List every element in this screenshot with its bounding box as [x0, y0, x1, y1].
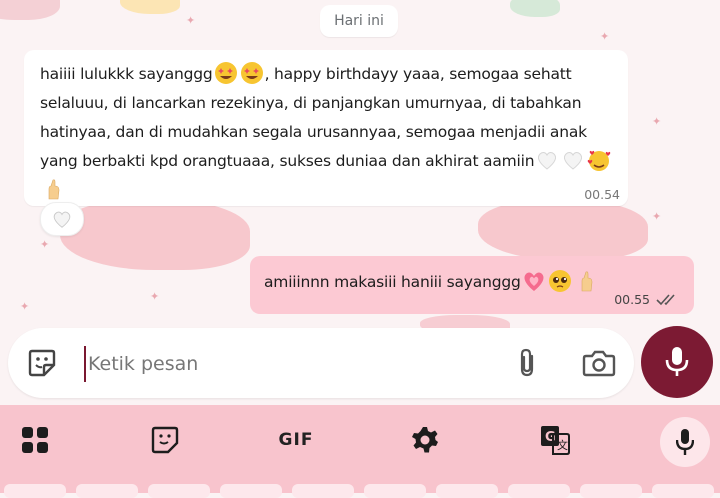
apps-grid-icon	[22, 427, 48, 453]
translate-icon: G文	[541, 426, 570, 455]
key-5[interactable]	[292, 484, 354, 498]
key-0[interactable]	[652, 484, 714, 498]
mic-icon	[676, 429, 694, 455]
message-input[interactable]	[84, 346, 490, 382]
white-heart-emoji-icon	[538, 151, 557, 170]
message-composer	[8, 328, 634, 398]
gif-button[interactable]: GIF	[275, 423, 317, 457]
star-struck-emoji-icon	[214, 62, 237, 84]
key-6[interactable]	[364, 484, 426, 498]
outgoing-message-bubble[interactable]: amiiinnn makasiii haniii sayanggg 00.55	[250, 256, 694, 314]
outgoing-message-meta: 00.55	[614, 292, 682, 307]
white-heart-emoji-icon	[564, 151, 583, 170]
key-7[interactable]	[436, 484, 498, 498]
key-4[interactable]	[220, 484, 282, 498]
incoming-message-time: 00.54	[584, 187, 620, 202]
key-2[interactable]	[76, 484, 138, 498]
finger-heart-emoji-icon	[581, 271, 592, 292]
key-3[interactable]	[148, 484, 210, 498]
message-reaction[interactable]	[40, 202, 84, 236]
incoming-message-text: haiiii lulukkk sayanggg, happy birthdayy…	[40, 60, 616, 205]
incoming-message-bubble[interactable]: haiiii lulukkk sayanggg, happy birthdayy…	[24, 50, 628, 206]
svg-text:文: 文	[557, 438, 568, 452]
outgoing-text: amiiinnn makasiii haniii sayanggg	[264, 273, 521, 291]
settings-gear-icon	[412, 427, 438, 453]
apps-grid-button[interactable]	[18, 423, 52, 457]
finger-heart-emoji-icon	[48, 179, 60, 200]
voice-record-button[interactable]	[641, 326, 713, 398]
sticker-note-button[interactable]	[148, 423, 182, 457]
incoming-text-part-1: haiiii lulukkk sayanggg	[40, 65, 213, 83]
sticker-note-icon	[151, 426, 179, 454]
keyboard-toolbar: GIF G文	[0, 405, 720, 493]
key-8[interactable]	[508, 484, 570, 498]
camera-icon[interactable]	[582, 348, 616, 378]
mic-icon	[665, 347, 689, 376]
growing-heart-emoji-icon	[524, 272, 544, 291]
keyboard-voice-button[interactable]	[660, 417, 710, 467]
keyboard-settings-button[interactable]	[408, 423, 442, 457]
svg-text:G: G	[545, 430, 556, 445]
key-9[interactable]	[580, 484, 642, 498]
outgoing-message-time: 00.55	[614, 292, 650, 307]
smiling-face-with-hearts-emoji-icon	[588, 150, 611, 171]
attach-icon[interactable]	[514, 347, 540, 379]
date-separator: Hari ini	[320, 5, 398, 37]
sticker-icon[interactable]	[26, 347, 58, 379]
star-struck-emoji-icon	[240, 62, 263, 84]
pleading-face-emoji-icon	[548, 270, 571, 292]
key-1[interactable]	[4, 484, 66, 498]
double-check-read-icon	[656, 293, 675, 305]
gif-label: GIF	[278, 430, 314, 450]
translate-button[interactable]: G文	[538, 423, 572, 457]
date-label: Hari ini	[334, 13, 384, 29]
keyboard-number-row	[0, 484, 720, 498]
white-heart-reaction-icon	[53, 211, 71, 228]
